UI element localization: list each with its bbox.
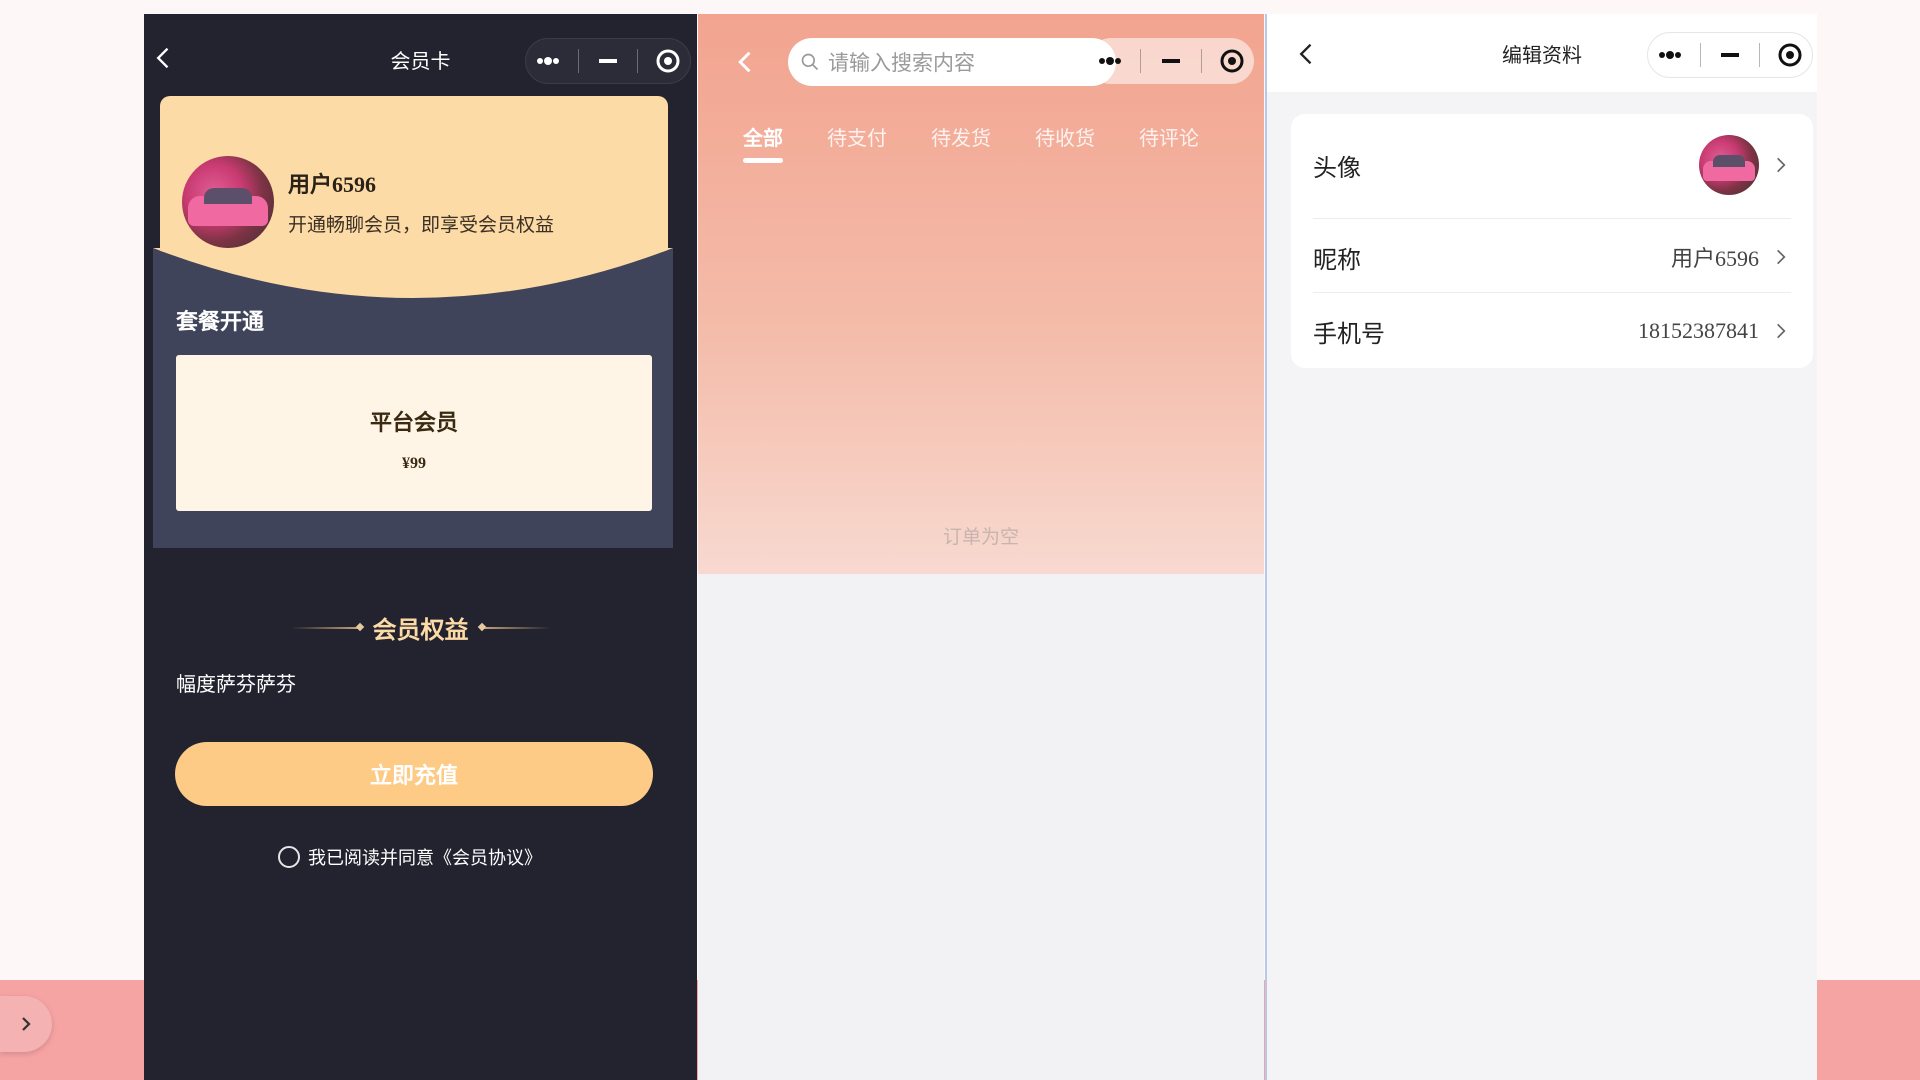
benefits-title: 会员权益 bbox=[372, 616, 469, 644]
more-dots-icon[interactable] bbox=[533, 46, 563, 76]
tab-pending-shipment[interactable]: 待发货 bbox=[931, 122, 991, 151]
agreement-text[interactable]: 我已阅读并同意《会员协议》 bbox=[308, 844, 542, 870]
search-icon bbox=[801, 53, 819, 71]
capsule-divider bbox=[1699, 43, 1701, 67]
target-close-icon[interactable] bbox=[1775, 40, 1805, 70]
benefits-heading: 会员权益 bbox=[144, 610, 697, 645]
capsule-divider bbox=[1200, 49, 1202, 73]
orders-panel: 请输入搜索内容 全部 待支付 待发货 待收货 待评论 订单为空 bbox=[698, 14, 1264, 1080]
avatar bbox=[182, 156, 274, 248]
row-label: 昵称 bbox=[1313, 245, 1361, 274]
more-dots-icon[interactable] bbox=[1655, 40, 1685, 70]
agreement-radio[interactable] bbox=[278, 846, 300, 868]
back-icon[interactable] bbox=[150, 44, 178, 72]
target-close-icon[interactable] bbox=[1217, 46, 1247, 76]
phone-row[interactable]: 手机号 18152387841 bbox=[1313, 300, 1791, 362]
user-name: 用户6596 bbox=[288, 172, 377, 197]
empty-state-text: 订单为空 bbox=[942, 526, 1019, 548]
row-label: 手机号 bbox=[1313, 319, 1385, 348]
nickname-row[interactable]: 昵称 用户6596 bbox=[1313, 226, 1791, 288]
edit-profile-panel: 编辑资料 头像 昵称 用户6596 手机号 18152387841 bbox=[1265, 14, 1817, 1080]
capsule-divider bbox=[1140, 49, 1142, 73]
tab-all[interactable]: 全部 bbox=[743, 122, 783, 163]
mini-program-capsule bbox=[525, 38, 691, 84]
benefits-text: 幅度萨芬萨芬 bbox=[176, 672, 296, 696]
search-placeholder: 请输入搜索内容 bbox=[828, 51, 975, 75]
chevron-right-icon bbox=[1777, 323, 1786, 339]
minimize-icon[interactable] bbox=[1156, 46, 1186, 76]
nav-bar: 会员卡 bbox=[144, 14, 697, 104]
profile-form-card: 头像 昵称 用户6596 手机号 18152387841 bbox=[1291, 114, 1813, 368]
plan-option-card[interactable]: 平台会员 ¥99 bbox=[176, 355, 652, 511]
row-divider bbox=[1313, 292, 1791, 293]
chevron-right-icon bbox=[22, 1017, 31, 1031]
avatar-row[interactable]: 头像 bbox=[1313, 134, 1791, 196]
back-icon[interactable] bbox=[732, 48, 760, 76]
ornament-line bbox=[480, 626, 551, 629]
minimize-icon[interactable] bbox=[1715, 40, 1745, 70]
capsule-divider bbox=[577, 49, 579, 73]
mini-program-capsule bbox=[1088, 38, 1254, 84]
row-divider bbox=[1313, 218, 1791, 219]
nickname-value: 用户6596 bbox=[1670, 246, 1759, 271]
ornament-line bbox=[290, 626, 361, 629]
page-title: 编辑资料 bbox=[1502, 42, 1582, 67]
capsule-divider bbox=[637, 49, 639, 73]
recharge-button[interactable]: 立即充值 bbox=[175, 742, 653, 806]
capsule-divider bbox=[1759, 43, 1761, 67]
tab-pending-payment[interactable]: 待支付 bbox=[827, 122, 887, 151]
member-card-panel: 会员卡 用户6596 开通畅聊会员，即享受会员权益 套餐开通 平台会员 ¥99 … bbox=[144, 14, 697, 1080]
order-tabs: 全部 待支付 待发货 待收货 待评论 bbox=[743, 122, 1199, 163]
tab-pending-review[interactable]: 待评论 bbox=[1139, 122, 1199, 151]
plan-section-title: 套餐开通 bbox=[176, 310, 265, 335]
target-close-icon[interactable] bbox=[653, 46, 683, 76]
more-dots-icon[interactable] bbox=[1095, 46, 1125, 76]
plan-price: ¥99 bbox=[402, 455, 426, 472]
minimize-icon[interactable] bbox=[593, 46, 623, 76]
plan-name: 平台会员 bbox=[369, 411, 458, 436]
mini-program-capsule bbox=[1647, 32, 1813, 78]
nav-bar: 编辑资料 bbox=[1267, 14, 1817, 92]
back-icon[interactable] bbox=[1293, 40, 1321, 68]
agreement-row[interactable]: 我已阅读并同意《会员协议》 bbox=[278, 844, 542, 870]
user-subtitle: 开通畅聊会员，即享受会员权益 bbox=[288, 214, 555, 236]
page-title: 会员卡 bbox=[390, 48, 451, 73]
row-label: 头像 bbox=[1313, 153, 1361, 182]
phone-value: 18152387841 bbox=[1638, 318, 1759, 343]
avatar bbox=[1699, 135, 1759, 195]
chevron-right-icon bbox=[1777, 249, 1786, 265]
search-input[interactable]: 请输入搜索内容 bbox=[788, 38, 1116, 86]
chevron-right-icon bbox=[1777, 157, 1786, 173]
tab-pending-receipt[interactable]: 待收货 bbox=[1035, 122, 1095, 151]
